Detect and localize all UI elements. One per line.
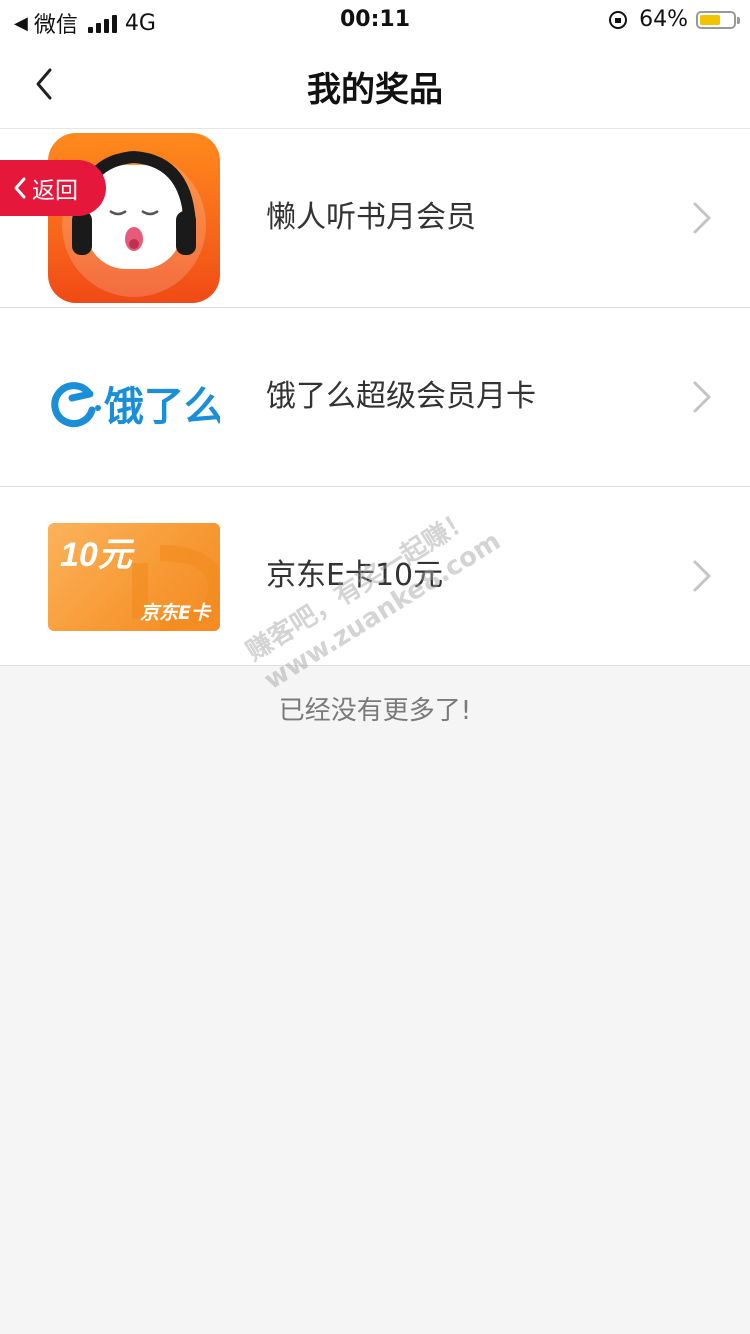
return-label: 返回 [32,178,78,204]
rotation-lock-icon [609,10,628,29]
prize-row-eleme[interactable]: 饿了么 饿了么超级会员月卡 [0,308,750,487]
eleme-logo-text: 饿了么 [104,384,220,430]
eleme-logo-mark: 饿了么 [51,382,224,430]
status-bar-right: 64% [609,7,740,32]
prize-label: 饿了么超级会员月卡 [266,379,536,414]
chevron-right-icon [693,560,711,592]
lanren-app-icon [48,133,220,303]
jd-card-amount: 10元 [60,536,132,574]
return-button[interactable]: 返回 [0,160,106,216]
battery-percent: 64% [639,7,688,32]
nav-bar: 我的奖品 [0,40,750,129]
chevron-left-icon [14,177,26,199]
prize-label: 懒人听书月会员 [266,200,476,235]
battery-icon [696,10,740,29]
battery-fill [700,14,720,25]
lanren-mascot-icon [62,150,206,297]
page-title: 我的奖品 [307,70,443,110]
prize-row-lanren[interactable]: 懒人听书月会员 [0,129,750,308]
chevron-right-icon [693,202,711,234]
battery-cap [737,16,740,24]
jd-ecard-image: 10元 京东E卡 [48,523,220,631]
eleme-logo: 饿了么 [48,312,224,482]
chevron-right-icon [693,381,711,413]
jd-card-brand: 京东E卡 [140,602,210,624]
no-more-note: 已经没有更多了! [278,696,472,726]
status-bar: ◀ 微信 4G 00:11 64% [0,0,750,40]
